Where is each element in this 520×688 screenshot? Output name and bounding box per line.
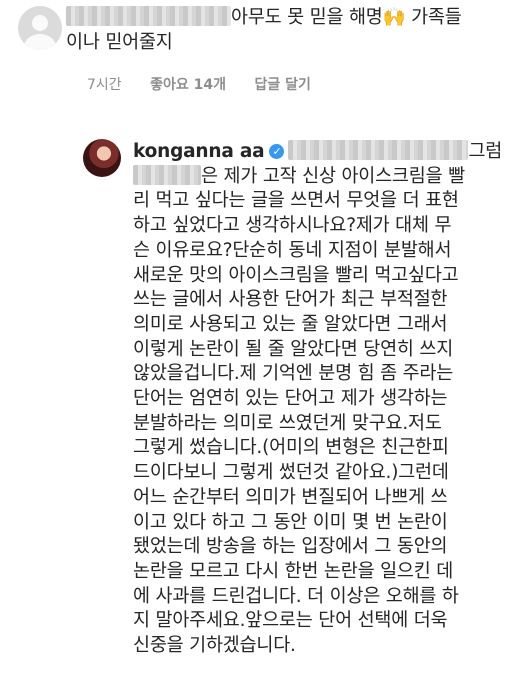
raising-hands-emoji-icon: 🙌 bbox=[382, 7, 406, 28]
reply-comment-text: konganna aa ✓ 그럼 은 제가 고작 신상 아이스크림을 빨 리 먹고 … bbox=[133, 140, 503, 657]
default-avatar-icon[interactable] bbox=[18, 6, 62, 50]
blurred-mention bbox=[288, 140, 469, 160]
verified-badge-icon: ✓ bbox=[269, 144, 285, 159]
username-link[interactable]: konganna aa bbox=[133, 141, 265, 162]
comment-time: 7시간 bbox=[87, 77, 122, 93]
blurred-name bbox=[133, 164, 201, 185]
avatar[interactable] bbox=[83, 139, 121, 177]
comment-text: 아무도 못 믿을 해명🙌 가족들 이나 믿어줄지 bbox=[66, 6, 462, 53]
reply-button[interactable]: 답글 달기 bbox=[254, 77, 310, 93]
blurred-username bbox=[66, 6, 231, 26]
comment-meta: 7시간 좋아요 14개 답글 달기 bbox=[87, 74, 335, 94]
likes-count[interactable]: 좋아요 14개 bbox=[150, 77, 226, 93]
